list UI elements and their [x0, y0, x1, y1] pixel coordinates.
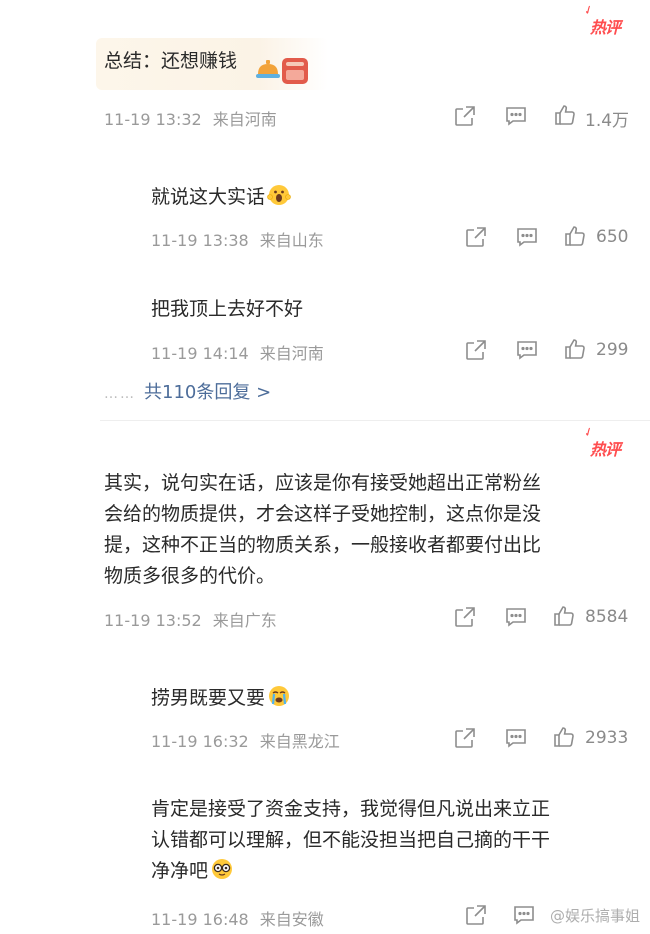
share-icon[interactable]	[453, 726, 477, 750]
reply-location: 来自河南	[259, 344, 324, 363]
reply-comment-icon[interactable]	[512, 903, 536, 927]
comment-text: 其实，说句实在话，应该是你有接受她超出正常粉丝 会给的物质提供，才会这样子受她控…	[104, 468, 634, 592]
hot-comment-badge: ✓ 热评	[581, 4, 621, 37]
comment-text: 总结：还想赚钱	[104, 50, 238, 72]
reply-comment-icon[interactable]	[504, 605, 528, 629]
reply-location: 来自安徽	[259, 910, 324, 929]
scream-face-emoji-icon	[267, 183, 291, 207]
reply-meta: 11-19 16:48 来自安徽	[151, 906, 330, 930]
share-icon[interactable]	[453, 104, 477, 128]
reply-date: 11-19 13:38	[151, 231, 249, 250]
reply-comment-icon[interactable]	[504, 726, 528, 750]
share-icon[interactable]	[453, 605, 477, 629]
like-thumb-icon[interactable]	[553, 103, 577, 127]
comment-date: 11-19 13:52	[104, 611, 202, 630]
like-thumb-icon[interactable]	[552, 725, 576, 749]
comment-text-line: 会给的物质提供，才会这样子受她控制，这点你是没	[104, 503, 542, 525]
reply-text-content: 捞男既要又要	[151, 687, 266, 709]
share-icon[interactable]	[464, 903, 488, 927]
comment-text-line: 其实，说句实在话，应该是你有接受她超出正常粉丝	[104, 472, 542, 494]
reply-comment-icon[interactable]	[504, 104, 528, 128]
reply-date: 11-19 16:48	[151, 910, 249, 929]
nerd-glasses-emoji-icon	[210, 857, 234, 881]
reply-text-content: 就说这大实话	[151, 186, 266, 208]
reply-meta: 11-19 16:32 来自黑龙江	[151, 728, 346, 752]
reply-text: 把我顶上去好不好	[151, 298, 304, 320]
comment-location: 来自广东	[212, 611, 277, 630]
reply-text: 捞男既要又要	[151, 683, 291, 714]
reply-text-line: 认错都可以理解，但不能没担当把自己摘的干干	[151, 829, 551, 851]
like-count: 2933	[585, 728, 629, 748]
like-thumb-icon[interactable]	[563, 337, 587, 361]
reply-meta: 11-19 13:38 来自山东	[151, 227, 330, 251]
reply-comment-icon[interactable]	[515, 225, 539, 249]
watermark: @娱乐搞事姐	[549, 907, 640, 925]
more-replies-dots: ……	[104, 386, 136, 402]
reply-meta: 11-19 14:14 来自河南	[151, 340, 330, 364]
comment-text-line: 提，这种不正当的物质关系，一般接收者都要付出比	[104, 534, 542, 556]
reply-text: 肯定是接受了资金支持，我觉得但凡说出来立正 认错都可以理解，但不能没担当把自己摘…	[151, 794, 631, 887]
reply-comment-icon[interactable]	[515, 338, 539, 362]
comment-meta: 11-19 13:52 来自广东	[104, 607, 283, 631]
comment-text-line: 物质多很多的代价。	[104, 565, 276, 587]
comment-meta: 11-19 13:32 来自河南	[104, 106, 283, 130]
share-icon[interactable]	[464, 338, 488, 362]
like-thumb-icon[interactable]	[552, 604, 576, 628]
crying-face-emoji-icon	[267, 684, 291, 708]
like-count: 299	[596, 340, 629, 360]
reply-text-line: 净净吧	[151, 856, 631, 887]
comment-date: 11-19 13:32	[104, 110, 202, 129]
reply-location: 来自山东	[259, 231, 324, 250]
like-count: 1.4万	[585, 111, 630, 131]
view-more-replies-link[interactable]: …… 共110条回复 >	[104, 378, 271, 404]
share-icon[interactable]	[464, 225, 488, 249]
comment-location: 来自河南	[212, 110, 277, 129]
reply-date: 11-19 14:14	[151, 344, 249, 363]
comment-divider	[100, 420, 650, 421]
hot-comment-badge: ✓ 热评	[581, 426, 621, 459]
comment-thread: ✓ 热评 总结：还想赚钱 11-19 13:32 来自河南 1.4万 就说这大实话…	[0, 0, 650, 934]
like-count: 8584	[585, 607, 629, 627]
reply-location: 来自黑龙江	[259, 732, 340, 751]
like-count: 650	[596, 227, 629, 247]
like-thumb-icon[interactable]	[563, 224, 587, 248]
reply-text-line-content: 净净吧	[151, 860, 209, 882]
reply-text-line: 肯定是接受了资金支持，我觉得但凡说出来立正	[151, 798, 551, 820]
reply-date: 11-19 16:32	[151, 732, 249, 751]
toaster-teapot-decoration-icon	[256, 58, 308, 84]
more-replies-label: 共110条回复 >	[144, 382, 272, 403]
reply-text: 就说这大实话	[151, 182, 291, 213]
